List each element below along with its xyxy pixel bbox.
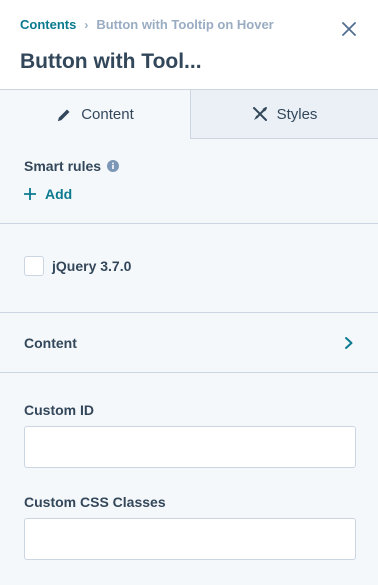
tab-styles-label: Styles <box>276 105 318 123</box>
tab-bar: Content Styles <box>0 90 378 139</box>
brush-icon <box>252 106 268 122</box>
content-accordion-label: Content <box>24 334 77 351</box>
smart-rules-section: Smart rules Add <box>24 158 120 202</box>
tab-content-label: Content <box>81 106 134 123</box>
custom-id-input[interactable] <box>24 426 356 468</box>
close-icon <box>342 22 356 36</box>
plus-icon <box>24 188 36 200</box>
info-icon[interactable] <box>107 160 120 172</box>
page-title: Button with Tool... <box>20 50 202 73</box>
breadcrumb-contents-link[interactable]: Contents <box>20 17 76 32</box>
jquery-checkbox[interactable] <box>24 256 44 276</box>
chevron-right-icon <box>344 336 354 350</box>
breadcrumb-current: Button with Tooltip on Hover <box>96 17 274 32</box>
add-label: Add <box>45 186 73 202</box>
jquery-checkbox-row[interactable]: jQuery 3.7.0 <box>24 256 131 276</box>
divider <box>0 372 378 373</box>
panel-header: Contents › Button with Tooltip on Hover … <box>0 0 378 90</box>
breadcrumb: Contents › Button with Tooltip on Hover <box>20 17 274 32</box>
content-accordion[interactable]: Content <box>0 313 378 372</box>
tab-styles[interactable]: Styles <box>190 90 378 139</box>
jquery-checkbox-label: jQuery 3.7.0 <box>52 258 132 274</box>
breadcrumb-separator: › <box>84 17 89 32</box>
divider <box>0 223 378 224</box>
smart-rules-heading: Smart rules <box>24 158 120 174</box>
close-button[interactable] <box>342 22 356 36</box>
custom-css-input[interactable] <box>24 518 356 560</box>
pencil-icon <box>56 107 72 123</box>
custom-id-label: Custom ID <box>24 402 94 418</box>
smart-rules-label: Smart rules <box>24 158 102 174</box>
tab-content[interactable]: Content <box>0 90 190 139</box>
custom-css-label: Custom CSS Classes <box>24 494 166 510</box>
add-smart-rule-button[interactable]: Add <box>24 186 119 202</box>
